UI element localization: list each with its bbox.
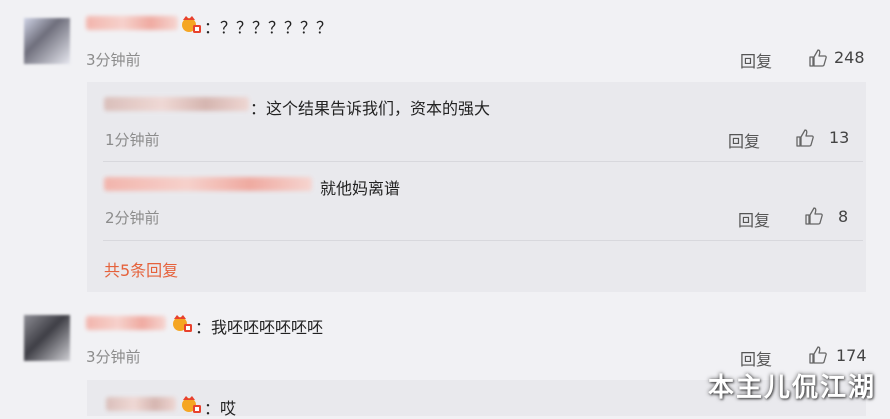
reply-button[interactable]: 回复: [738, 207, 770, 231]
like-thumb-icon[interactable]: [795, 128, 815, 148]
comment-text: ：？？？？？？？: [204, 18, 333, 37]
like-thumb-icon[interactable]: [808, 48, 828, 68]
vip-crown-icon: [173, 315, 192, 332]
reply-text: ：哎: [204, 399, 237, 418]
divider: [103, 161, 863, 162]
watermark: 本主儿侃江湖: [707, 373, 876, 403]
reply-text: 就他妈离谱: [320, 179, 401, 198]
vip-crown-icon: [182, 16, 201, 33]
reply-button[interactable]: 回复: [728, 128, 760, 152]
reply-time: 1分钟前: [105, 131, 160, 149]
divider: [103, 240, 863, 241]
like-count: 13: [829, 128, 850, 147]
comment-text: ：我呸呸呸呸呸呸: [195, 318, 324, 337]
vip-crown-icon: [182, 396, 201, 413]
avatar[interactable]: [24, 315, 70, 361]
comment-time: 3分钟前: [86, 348, 141, 366]
like-thumb-icon[interactable]: [808, 345, 828, 365]
like-count: 8: [838, 207, 849, 226]
username-blurred[interactable]: [86, 16, 178, 30]
avatar[interactable]: [24, 18, 70, 64]
like-thumb-icon[interactable]: [804, 206, 824, 226]
comment-time: 3分钟前: [86, 51, 141, 69]
username-blurred[interactable]: [104, 97, 249, 111]
reply-button[interactable]: 回复: [740, 48, 772, 72]
like-count: 174: [836, 346, 867, 365]
view-more-replies-link[interactable]: 共5条回复: [104, 257, 178, 281]
username-blurred[interactable]: [106, 397, 176, 411]
reply-text: ：这个结果告诉我们，资本的强大: [250, 99, 491, 118]
username-blurred[interactable]: [86, 316, 166, 330]
username-blurred[interactable]: [104, 177, 312, 191]
reply-time: 2分钟前: [105, 209, 160, 227]
like-count: 248: [834, 48, 865, 67]
